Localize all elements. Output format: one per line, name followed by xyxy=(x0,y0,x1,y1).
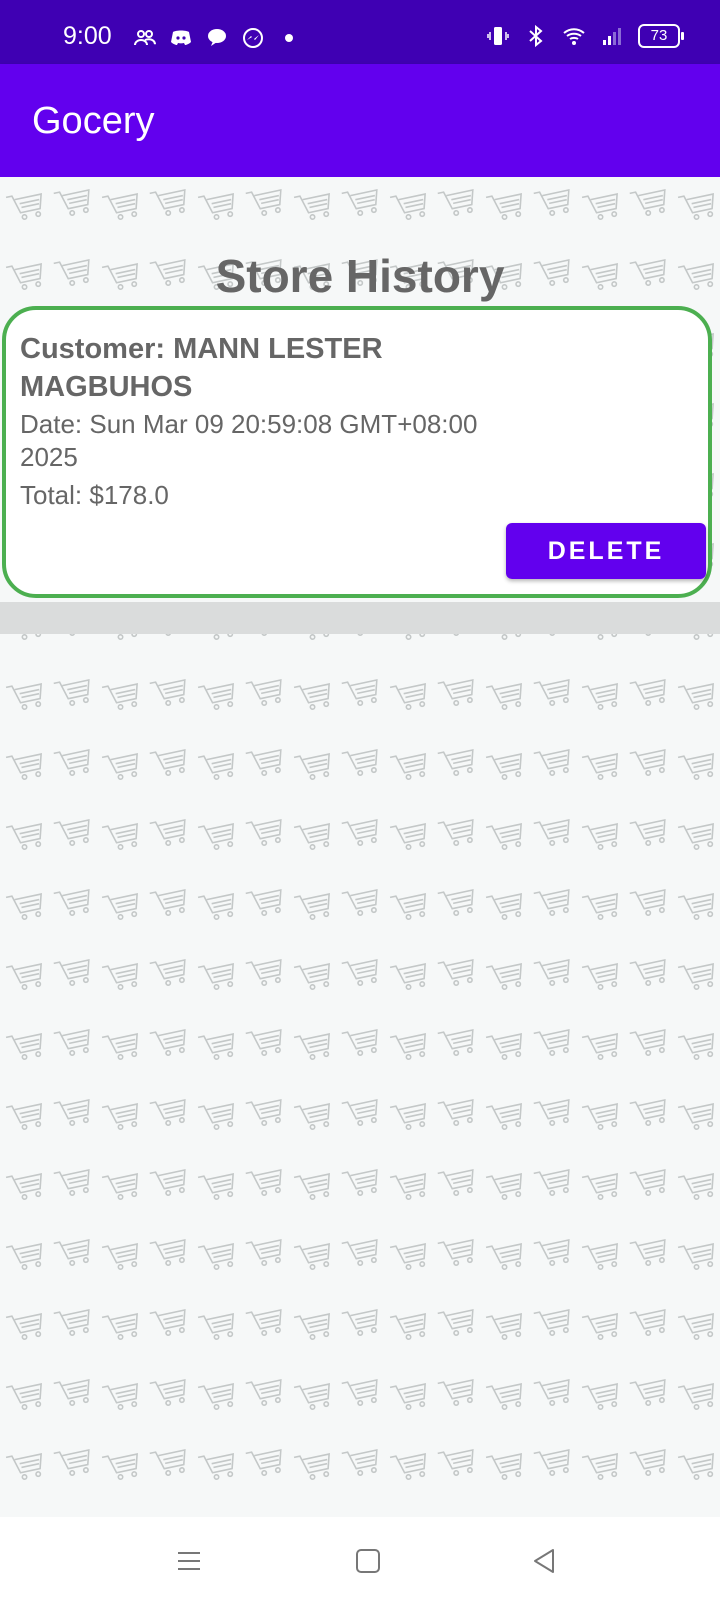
order-total: Total: $178.0 xyxy=(20,480,169,510)
back-triangle-icon[interactable] xyxy=(528,1545,560,1577)
history-card: Customer: MANN LESTER MAGBUHOS Date: Sun… xyxy=(2,306,712,598)
list-divider xyxy=(0,602,720,634)
delete-button[interactable]: DELETE xyxy=(506,523,706,579)
status-time: 9:00 xyxy=(63,22,112,50)
app-title: Gocery xyxy=(32,100,155,142)
wifi-icon xyxy=(563,28,585,45)
order-date: Date: Sun Mar 09 20:59:08 GMT+08:00 2025 xyxy=(20,409,478,472)
system-icons: 73 xyxy=(486,24,684,48)
app-bar: Gocery xyxy=(0,64,720,177)
page-title: Store History xyxy=(215,250,505,302)
bluetooth-icon xyxy=(529,24,543,48)
customer-name: Customer: MANN LESTER MAGBUHOS xyxy=(20,333,383,403)
menu-icon[interactable] xyxy=(173,1545,205,1577)
status-bar: 9:00 73 xyxy=(0,0,720,64)
navigation-bar xyxy=(0,1517,720,1604)
battery-indicator: 73 xyxy=(638,24,684,48)
chat-bubble-icon xyxy=(208,29,226,46)
discord-icon xyxy=(171,30,191,45)
messenger-icon xyxy=(243,28,263,48)
home-square-icon[interactable] xyxy=(352,1545,384,1577)
people-icon xyxy=(134,30,156,46)
signal-icon xyxy=(603,28,621,45)
vibrate-icon xyxy=(487,27,509,45)
notification-icons xyxy=(133,26,293,50)
more-notifications-dot xyxy=(285,34,293,42)
